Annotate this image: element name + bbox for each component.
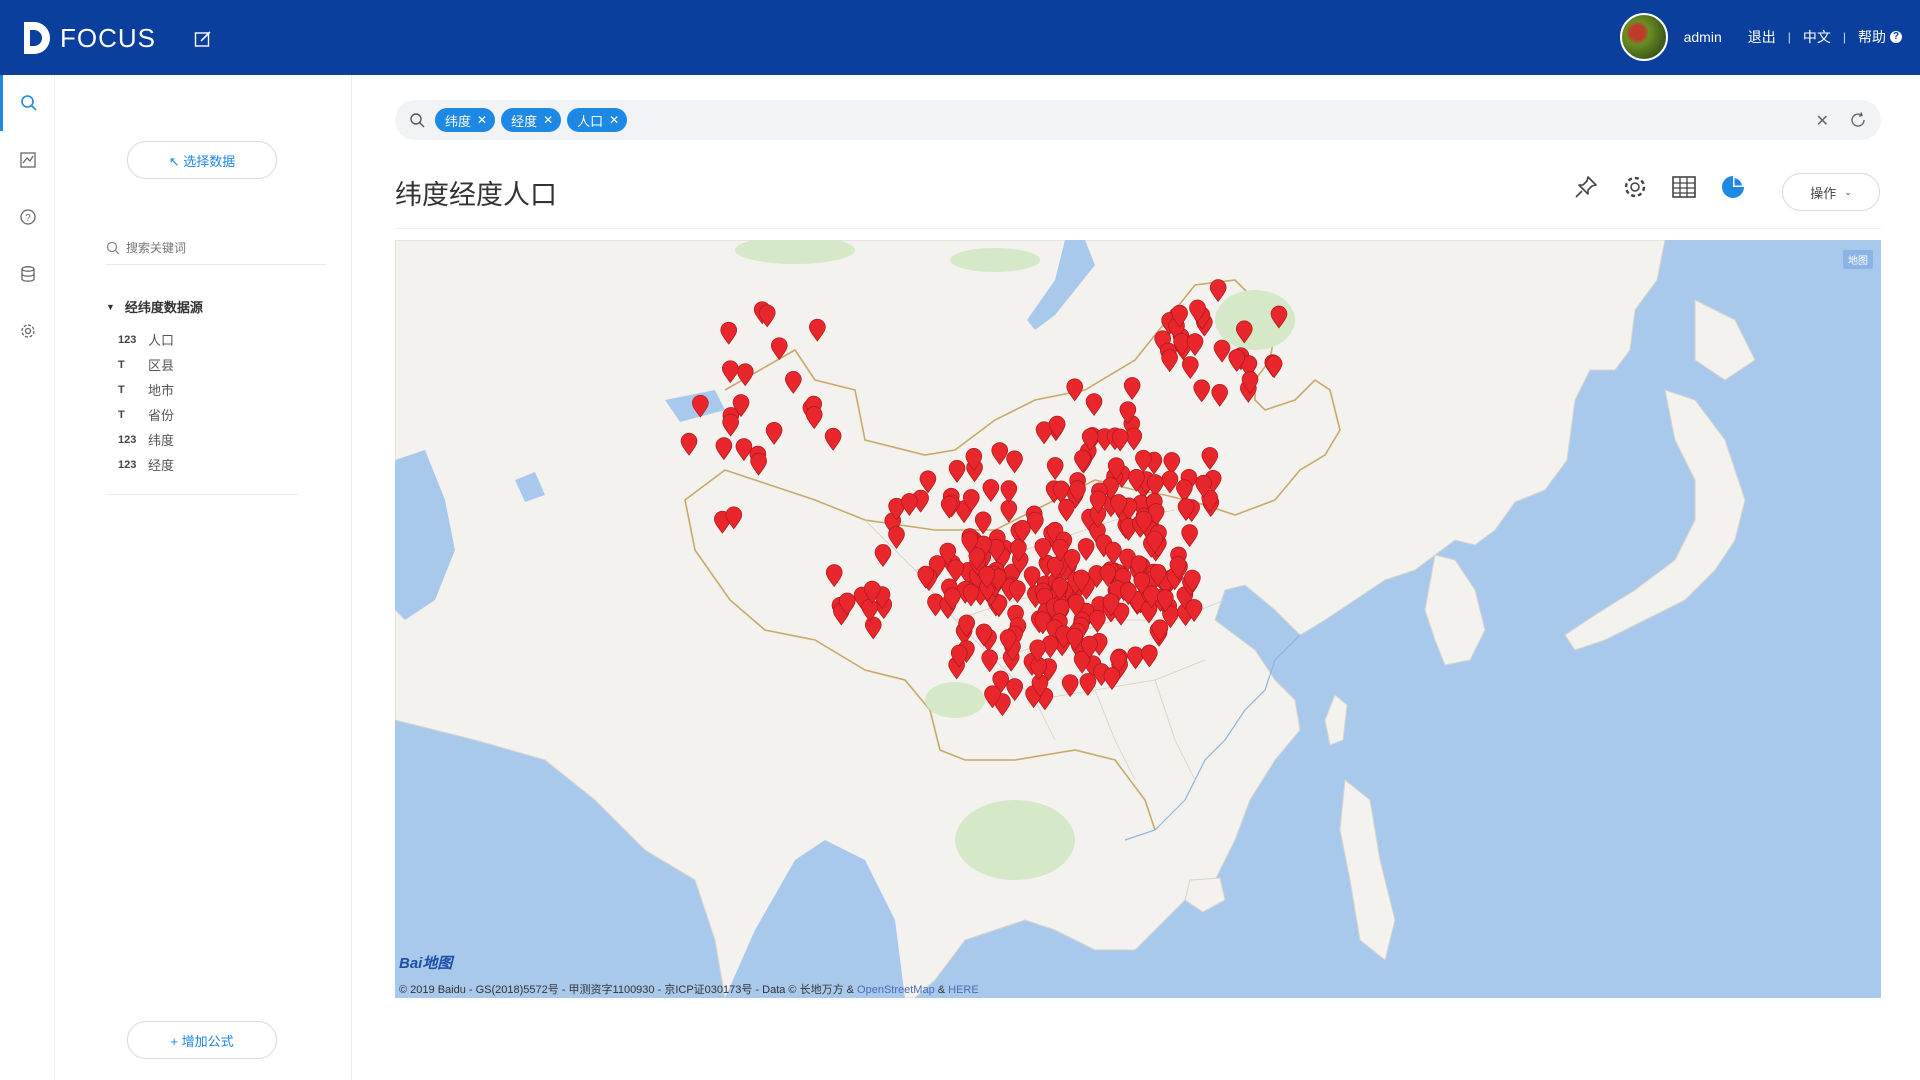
field-type-icon: T	[118, 358, 125, 371]
search-tag[interactable]: 人口 ✕	[567, 108, 628, 132]
nav-search[interactable]	[0, 75, 55, 131]
clear-search-icon[interactable]: ✕	[1816, 111, 1829, 131]
field-list: 123 人口 T 区县 T 地市 T 省份 123 纬度 123 经度	[118, 327, 318, 477]
search-tag[interactable]: 纬度 ✕	[435, 108, 496, 132]
tag-label: 纬度	[445, 113, 472, 129]
edit-icon[interactable]	[194, 30, 212, 48]
landmass	[1564, 389, 1746, 651]
search-icon	[410, 113, 425, 128]
close-icon[interactable]: ✕	[543, 113, 553, 127]
caret-down-icon[interactable]: ▼	[106, 302, 115, 312]
gear-icon	[20, 324, 35, 338]
user-area: admin 退出 | 中文 | 帮助 ?	[1619, 13, 1902, 61]
nav-board[interactable]	[0, 132, 55, 188]
operations-dropdown[interactable]: 操作 ⌄	[1782, 173, 1880, 211]
chart-toolbar	[1573, 174, 1769, 200]
logo-mark-icon	[20, 20, 50, 56]
divider	[395, 228, 1881, 229]
tag-label: 人口	[577, 113, 604, 129]
nav-help[interactable]: ?	[0, 189, 55, 245]
forest-area	[950, 248, 1040, 272]
select-data-button[interactable]: ↖ 选择数据	[127, 141, 277, 179]
landmass	[1184, 877, 1226, 913]
field-name: 地市	[148, 383, 175, 398]
app-name: FOCUS	[60, 22, 156, 53]
nav-data[interactable]	[0, 246, 55, 302]
search-bar[interactable]: 纬度 ✕ 经度 ✕ 人口 ✕ ✕	[395, 100, 1881, 140]
data-source-header[interactable]: ▼ 经纬度数据源	[106, 297, 203, 316]
separator: |	[1842, 30, 1846, 44]
app-logo[interactable]: FOCUS	[20, 20, 156, 56]
field-item[interactable]: 123 纬度	[118, 427, 318, 452]
table-view-icon[interactable]	[1671, 174, 1697, 200]
close-icon[interactable]: ✕	[609, 113, 619, 127]
operations-label: 操作	[1810, 185, 1837, 201]
forest-area	[955, 800, 1075, 880]
search-icon	[106, 241, 120, 254]
landmass	[1339, 779, 1396, 961]
chart-board-icon	[19, 152, 36, 168]
language-switch[interactable]: 中文	[1803, 27, 1831, 47]
help-link[interactable]: 帮助	[1858, 27, 1886, 47]
landmass	[1694, 299, 1756, 381]
logout-link[interactable]: 退出	[1748, 27, 1776, 47]
data-source-name: 经纬度数据源	[124, 300, 203, 315]
tag-label: 经度	[511, 113, 538, 129]
field-item[interactable]: 123 人口	[118, 327, 318, 352]
page-title: 纬度经度人口	[395, 180, 557, 210]
baidu-logo: Bai地图	[399, 955, 453, 972]
field-type-icon: 123	[118, 333, 137, 346]
field-search-input[interactable]	[126, 240, 306, 255]
left-nav-rail: ?	[0, 75, 55, 1080]
pin-icon[interactable]	[1573, 174, 1599, 200]
field-name: 区县	[148, 358, 175, 373]
separator: |	[1787, 30, 1791, 44]
field-search[interactable]	[106, 231, 326, 265]
top-bar: FOCUS admin 退出 | 中文 | 帮助 ?	[0, 0, 1920, 75]
search-tag[interactable]: 经度 ✕	[501, 108, 562, 132]
chevron-down-icon: ⌄	[1844, 186, 1852, 197]
field-name: 经度	[148, 458, 175, 473]
data-panel: ↖ 选择数据 ▼ 经纬度数据源 123 人口 T 区县 T 地市 T 省份 123 纬度 …	[56, 75, 352, 1080]
field-type-icon: T	[118, 408, 125, 421]
help-icon[interactable]: ?	[1890, 31, 1902, 43]
forest-area	[925, 682, 985, 718]
svg-text:?: ?	[25, 213, 31, 224]
field-name: 纬度	[148, 433, 175, 448]
divider	[106, 494, 298, 495]
field-item[interactable]: T 省份	[118, 402, 318, 427]
field-name: 省份	[148, 408, 175, 423]
field-type-icon: 123	[118, 433, 137, 446]
field-item[interactable]: 123 经度	[118, 452, 318, 477]
here-link[interactable]: HERE	[948, 984, 979, 996]
settings-gear-icon[interactable]	[1622, 174, 1648, 200]
close-icon[interactable]: ✕	[477, 113, 487, 127]
osm-link[interactable]: OpenStreetMap	[857, 984, 935, 996]
nav-settings[interactable]	[0, 303, 55, 359]
field-type-icon: 123	[118, 458, 137, 471]
field-item[interactable]: T 地市	[118, 377, 318, 402]
username[interactable]: admin	[1684, 29, 1722, 45]
search-icon	[21, 95, 37, 111]
field-type-icon: T	[118, 383, 125, 396]
field-item[interactable]: T 区县	[118, 352, 318, 377]
map-view[interactable]: 地图 Bai地图 © 2019 Baidu - GS(2018)5572号 - …	[395, 240, 1881, 998]
pie-chart-icon[interactable]	[1720, 174, 1746, 200]
map-type-badge[interactable]: 地图	[1843, 250, 1873, 269]
map-copyright: © 2019 Baidu - GS(2018)5572号 - 甲测资字11009…	[399, 984, 979, 996]
landmass	[1424, 554, 1486, 666]
question-icon: ?	[19, 209, 36, 225]
map-canvas[interactable]	[395, 240, 1881, 998]
field-name: 人口	[148, 333, 175, 348]
add-formula-button[interactable]: + 增加公式	[127, 1021, 277, 1059]
landmass	[1324, 694, 1348, 746]
avatar[interactable]	[1619, 13, 1668, 61]
refresh-icon[interactable]	[1849, 111, 1867, 129]
database-icon	[20, 266, 35, 282]
